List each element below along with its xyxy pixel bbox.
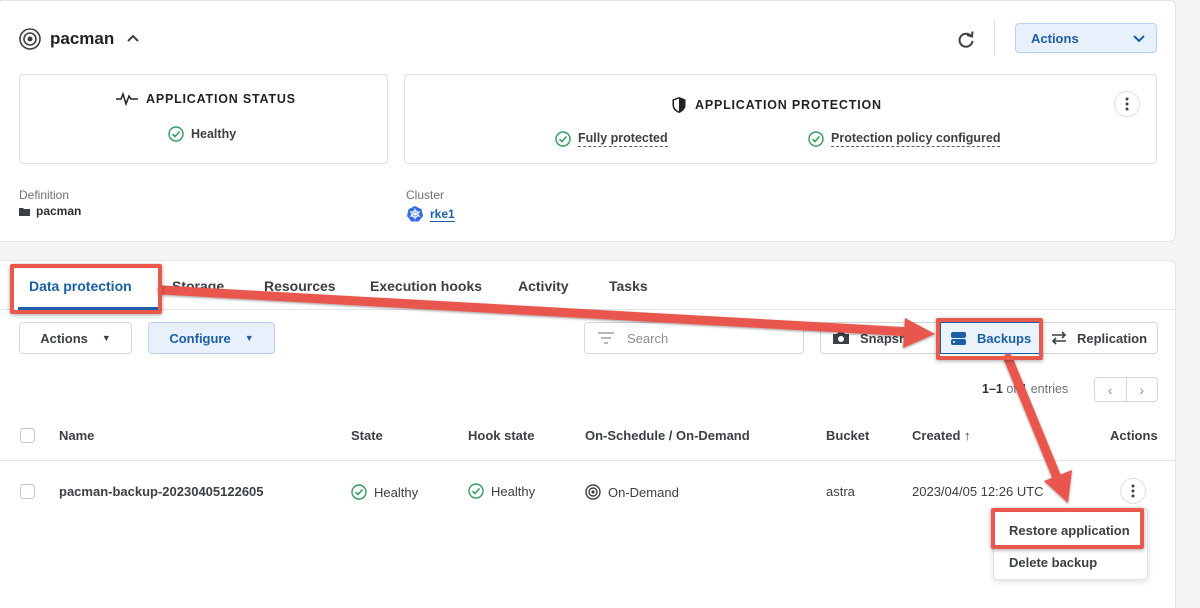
column-header-created[interactable]: Created ↑ — [912, 428, 971, 443]
replication-toggle[interactable]: Replication — [1040, 322, 1158, 354]
column-header-bucket[interactable]: Bucket — [826, 428, 869, 443]
kebab-icon — [1131, 484, 1135, 498]
replication-label: Replication — [1077, 330, 1148, 346]
app-target-icon — [19, 28, 41, 50]
data-protection-highlight — [10, 264, 162, 314]
backup-schedule: On-Demand — [585, 484, 679, 500]
application-protection-title-text: APPLICATION PROTECTION — [695, 98, 882, 112]
kubernetes-icon — [407, 206, 423, 222]
application-status-panel: APPLICATION STATUS Healthy — [19, 74, 388, 164]
backup-actions-label: Actions — [40, 330, 88, 346]
pagination-range: 1–1 — [982, 382, 1003, 396]
protection-policy-link[interactable]: Protection policy configured — [831, 131, 1001, 147]
configure-dropdown[interactable]: Configure ▼ — [148, 322, 275, 354]
swap-arrows-icon — [1051, 331, 1067, 345]
filter-icon — [598, 332, 614, 344]
application-status-text: Healthy — [191, 127, 237, 141]
app-actions-label: Actions — [1031, 30, 1079, 46]
backup-hook-state: Healthy — [468, 483, 535, 499]
target-icon — [585, 484, 601, 500]
application-status-title: APPLICATION STATUS — [116, 92, 296, 106]
application-protection-panel: APPLICATION PROTECTION Fully protected P… — [404, 74, 1157, 164]
backup-hook-state-text: Healthy — [491, 483, 536, 499]
tab-resources[interactable]: Resources — [264, 278, 336, 294]
shield-icon — [672, 97, 686, 113]
header-divider — [994, 20, 995, 56]
tab-activity[interactable]: Activity — [518, 278, 569, 294]
table-header-divider — [0, 460, 1176, 461]
caret-down-icon: ▼ — [244, 333, 254, 343]
check-circle-icon — [351, 484, 367, 500]
refresh-icon[interactable] — [956, 30, 976, 50]
restore-application-highlight — [991, 508, 1144, 549]
backup-bucket: astra — [826, 484, 855, 499]
cluster-value: rke1 — [406, 205, 455, 223]
cluster-link[interactable]: rke1 — [430, 207, 455, 222]
search-input[interactable]: Search — [584, 322, 804, 354]
chevron-down-icon — [1133, 35, 1145, 43]
delete-backup-menu-item[interactable]: Delete backup — [1009, 555, 1097, 570]
app-name: pacman — [50, 29, 115, 48]
protection-policy-state: Protection policy configured — [808, 131, 1001, 147]
backups-highlight — [936, 318, 1043, 360]
definition-label: Definition — [19, 188, 70, 202]
column-header-actions: Actions — [1110, 428, 1158, 443]
tab-execution-hooks[interactable]: Execution hooks — [370, 278, 482, 294]
protection-more-button[interactable] — [1114, 91, 1140, 117]
previous-page-icon[interactable]: ‹ — [1095, 378, 1127, 401]
snapshots-toggle[interactable]: Snapshots — [820, 322, 940, 354]
column-header-hook-state[interactable]: Hook state — [468, 428, 534, 443]
chevron-up-icon[interactable] — [126, 32, 140, 46]
pulse-icon — [116, 92, 138, 106]
backup-state: Healthy — [351, 484, 418, 500]
camera-icon — [833, 332, 849, 344]
pagination-total: 1 — [1020, 382, 1028, 396]
application-status-value: Healthy — [168, 126, 236, 142]
app-actions-dropdown[interactable]: Actions — [1015, 23, 1157, 53]
application-status-title-text: APPLICATION STATUS — [146, 92, 296, 106]
row-checkbox[interactable] — [20, 484, 35, 499]
protection-state-link[interactable]: Fully protected — [578, 131, 668, 147]
backup-state-text: Healthy — [374, 484, 419, 500]
select-all-checkbox[interactable] — [20, 428, 35, 443]
backup-created: 2023/04/05 12:26 UTC — [912, 484, 1044, 499]
backup-actions-dropdown[interactable]: Actions ▼ — [19, 322, 132, 354]
column-header-name[interactable]: Name — [59, 428, 94, 443]
tab-tasks[interactable]: Tasks — [609, 278, 648, 294]
protection-state: Fully protected — [555, 131, 668, 147]
cluster-label: Cluster — [406, 188, 445, 202]
next-page-icon[interactable]: › — [1127, 378, 1158, 401]
pagination-summary: 1–1 of 1 entries — [982, 382, 1068, 396]
pager: ‹ › — [1094, 377, 1158, 402]
backup-name[interactable]: pacman-backup-20230405122605 — [59, 484, 264, 499]
check-circle-icon — [808, 131, 824, 147]
caret-down-icon: ▼ — [101, 333, 111, 343]
app-header: pacman — [18, 24, 140, 54]
configure-label: Configure — [169, 330, 231, 346]
folder-icon — [19, 207, 30, 216]
row-actions-button[interactable] — [1120, 478, 1146, 504]
column-header-state[interactable]: State — [351, 428, 383, 443]
pagination-suffix: entries — [1030, 382, 1069, 396]
definition-value: pacman — [19, 204, 81, 218]
search-placeholder: Search — [627, 330, 669, 346]
check-circle-icon — [168, 126, 184, 142]
snapshots-label: Snapshots — [860, 330, 910, 346]
check-circle-icon — [468, 483, 484, 499]
application-protection-title: APPLICATION PROTECTION — [671, 96, 882, 114]
definition-value-text: pacman — [36, 204, 82, 218]
column-header-schedule[interactable]: On-Schedule / On-Demand — [585, 428, 750, 443]
tab-storage[interactable]: Storage — [172, 278, 224, 294]
tab-bar: Data protection Storage Resources Execut… — [0, 262, 1176, 310]
backup-schedule-text: On-Demand — [608, 484, 679, 500]
kebab-icon — [1125, 97, 1129, 111]
check-circle-icon — [555, 131, 571, 147]
pagination-of: of — [1006, 382, 1017, 396]
